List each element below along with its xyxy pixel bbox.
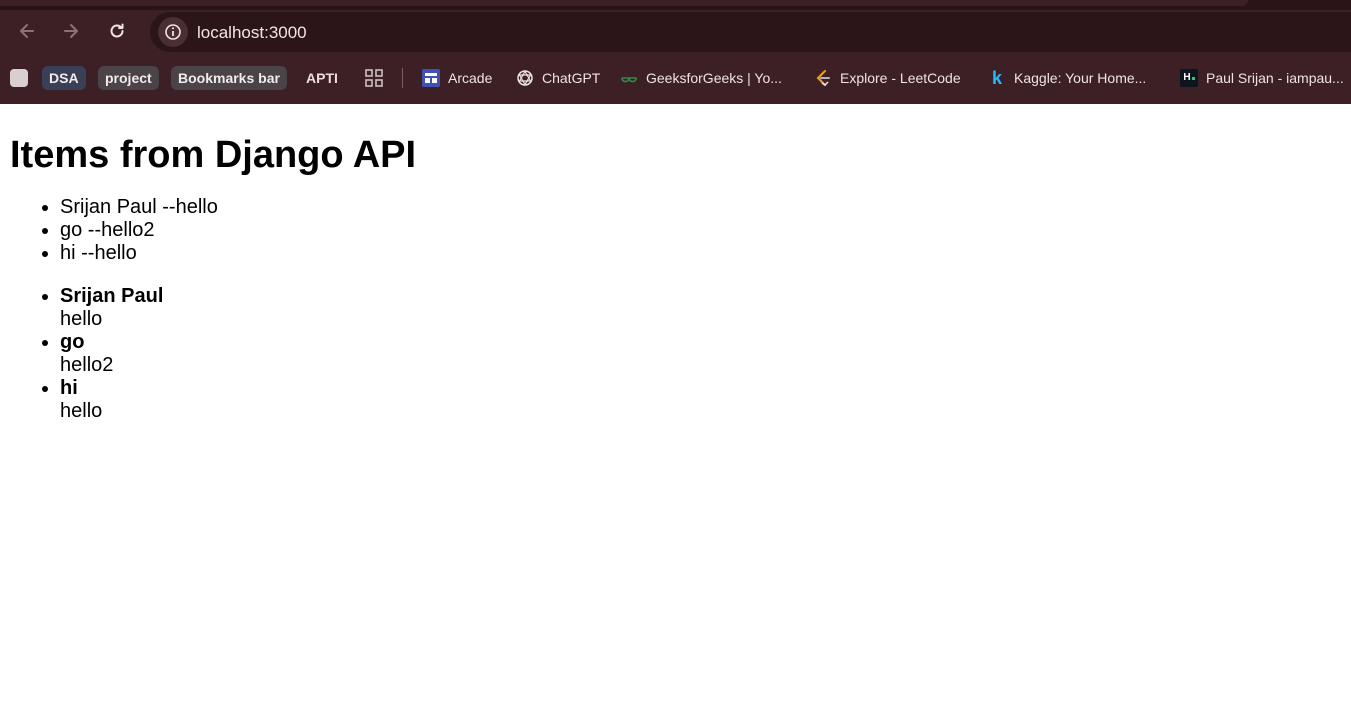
list-item: go --hello2: [60, 219, 1341, 242]
tab-strip: [0, 0, 1351, 10]
bookmark-folder-dsa[interactable]: DSA: [42, 66, 86, 90]
hackerrank-icon: H: [1180, 69, 1198, 87]
browser-chrome: localhost:3000 DSA project Bookmarks bar…: [0, 0, 1351, 104]
list-item: go hello2: [60, 331, 1341, 377]
back-button[interactable]: [12, 16, 42, 46]
arcade-icon: [422, 69, 440, 87]
bookmarks-bar: DSA project Bookmarks bar APTI Arcade Ch…: [0, 62, 1351, 94]
item-description: hello2: [60, 354, 114, 376]
bookmarks-divider: [402, 68, 403, 88]
list-item: Srijan Paul --hello: [60, 196, 1341, 219]
apps-grid-button[interactable]: [364, 66, 384, 90]
leetcode-icon: [814, 69, 832, 87]
items-list-detailed: Srijan Paul hello go hello2 hi hello: [10, 285, 1341, 423]
bookmark-leetcode[interactable]: Explore - LeetCode: [814, 66, 974, 90]
item-name: hi: [60, 377, 78, 399]
geeksforgeeks-icon: [620, 69, 638, 87]
bookmark-folder-bookmarks-bar[interactable]: Bookmarks bar: [171, 66, 287, 90]
bookmark-kaggle[interactable]: k Kaggle: Your Home...: [988, 66, 1158, 90]
item-name: go: [60, 331, 85, 353]
navigation-bar: localhost:3000: [0, 10, 1351, 54]
back-arrow-icon: [20, 24, 34, 38]
bookmark-chatgpt[interactable]: ChatGPT: [516, 66, 606, 90]
bookmark-geeksforgeeks[interactable]: GeeksforGeeks | Yo...: [620, 66, 800, 90]
chatgpt-icon: [516, 69, 534, 87]
item-description: hello: [60, 308, 103, 330]
bookmark-label: Bookmarks bar: [178, 70, 280, 86]
url-text: localhost:3000: [197, 23, 307, 42]
kaggle-icon: k: [991, 68, 1002, 88]
items-list-inline: Srijan Paul --hello go --hello2 hi --hel…: [10, 196, 1341, 265]
bookmark-label: GeeksforGeeks | Yo...: [646, 70, 782, 86]
page-content: Items from Django API Srijan Paul --hell…: [0, 104, 1351, 423]
forward-arrow-icon: [64, 24, 78, 38]
grid-icon: [365, 69, 383, 87]
reload-button[interactable]: [102, 16, 132, 46]
list-item: Srijan Paul hello: [60, 285, 1341, 331]
item-description: hello: [60, 400, 103, 422]
bookmark-label: project: [105, 70, 152, 86]
item-name: Srijan Paul: [60, 285, 164, 307]
bookmark-arcade[interactable]: Arcade: [422, 66, 502, 90]
reload-icon: [110, 23, 124, 38]
bookmark-label: DSA: [49, 70, 79, 86]
bookmark-apti[interactable]: APTI: [306, 66, 338, 90]
bookmark-folder-project[interactable]: project: [98, 66, 159, 90]
bookmark-label: Paul Srijan - iampau...: [1206, 70, 1344, 86]
bookmark-label: ChatGPT: [542, 70, 601, 86]
forward-button[interactable]: [56, 16, 86, 46]
info-icon: [165, 24, 181, 40]
bookmark-label: Explore - LeetCode: [840, 70, 961, 86]
list-item: hi --hello: [60, 242, 1341, 265]
list-item: hi hello: [60, 377, 1341, 423]
address-bar[interactable]: localhost:3000: [150, 12, 1351, 52]
bookmark-hackerrank[interactable]: H Paul Srijan - iampau...: [1180, 66, 1351, 90]
bookmark-label: Kaggle: Your Home...: [1014, 70, 1147, 86]
page-title: Items from Django API: [10, 134, 417, 176]
site-info-button[interactable]: [158, 17, 188, 47]
bookmark-label: Arcade: [448, 70, 493, 86]
bookmark-label: APTI: [306, 70, 338, 86]
